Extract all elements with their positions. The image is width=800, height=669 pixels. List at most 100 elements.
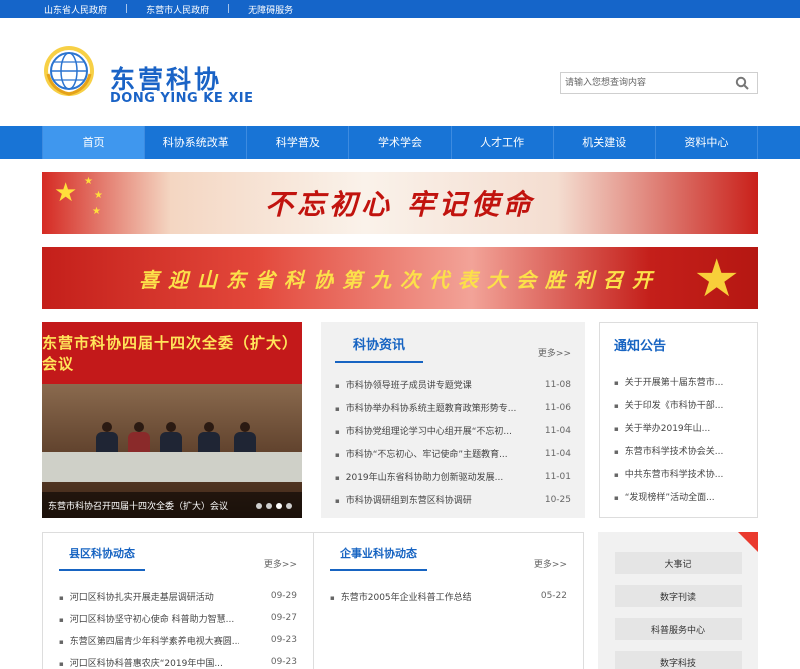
banner-congress-text: 喜迎山东省科协第九次代表大会胜利召开 [139,267,661,292]
slider-dot[interactable] [256,503,262,509]
news-item-title[interactable]: 市科协调研组到东营区科协调研 [335,493,472,506]
enterprise-panel: 企事业科协动态 更多>> 东营市2005年企业科普工作总结 05-22 [313,533,583,669]
news-item-title[interactable]: 市科协举办科协系统主题教育政策形势专... [335,401,517,414]
news-item-title[interactable]: 市科协领导班子成员讲专题党课 [335,378,472,391]
logo-emblem-icon[interactable] [42,44,96,98]
county-more-link[interactable]: 更多>> [264,557,297,570]
county-item-date: 09-27 [270,613,297,623]
news-title[interactable]: 科协资讯 [335,322,424,363]
banner-slogan-text: 不忘初心 牢记使命 [265,188,535,221]
news-item-title[interactable]: 市科协“不忘初心、牢记使命”主题教育... [335,447,508,460]
side-link-digital-tech[interactable]: 数字科技 [614,651,742,669]
header: 东营科协 DONG YING KE XIE [42,18,758,126]
county-panel: 县区科协动态 更多>> 河口区科协扎实开展走基层调研活动 09-29 河口区科协坚… [43,533,313,669]
county-item[interactable]: 河口区科协坚守初心使命 科普助力智慧... 09-27 [59,607,297,629]
person-figure [198,422,220,452]
county-item-title[interactable]: 东营区第四届青少年科学素养电视大赛圆... [59,634,239,647]
news-slider[interactable]: 东营市科协四届十四次全委（扩大）会议 东营市科协召开四届十四次全委（扩大）会议 [42,322,302,518]
news-item[interactable]: 市科协党组理论学习中心组开展“不忘初... 11-04 [335,419,571,442]
notice-panel: 通知公告 关于开展第十届东营市... 关于印发《市科协干部... 关于举办201… [599,322,758,518]
search-input[interactable] [561,73,731,93]
side-link-science-service[interactable]: 科普服务中心 [614,618,742,640]
notice-title[interactable]: 通知公告 [614,323,666,362]
news-item-date: 11-06 [544,402,571,413]
nav-science-popularization[interactable]: 科学普及 [246,126,348,159]
site-name-english: DONG YING KE XIE [110,91,254,106]
notice-item[interactable]: 关于举办2019年山... [614,416,743,439]
notice-item-title[interactable]: 中共东营市科学技术协... [614,467,724,480]
slider-dot[interactable] [286,503,292,509]
notice-item[interactable]: 东营市科学技术协会关... [614,439,743,462]
county-item[interactable]: 东营区第四届青少年科学素养电视大赛圆... 09-23 [59,629,297,651]
side-link-events[interactable]: 大事记 [614,552,742,574]
notice-item[interactable]: 中共东营市科学技术协... [614,462,743,485]
news-item-date: 11-04 [544,448,571,459]
news-item[interactable]: 市科协举办科协系统主题教育政策形势专... 11-06 [335,396,571,419]
news-item[interactable]: 市科协调研组到东营区科协调研 10-25 [335,488,571,511]
enterprise-title[interactable]: 企事业科协动态 [330,533,427,571]
news-item[interactable]: 2019年山东省科协助力创新驱动发展... 11-01 [335,465,571,488]
enterprise-item-title[interactable]: 东营市2005年企业科普工作总结 [330,590,472,603]
news-panel: 科协资讯 更多>> 市科协领导班子成员讲专题党课 11-08 市科协举办科协系统主… [321,322,585,518]
county-item[interactable]: 河口区科协扎实开展走基层调研活动 09-29 [59,585,297,607]
separator: | [227,4,231,14]
top-bar: 山东省人民政府 | 东营市人民政府 | 无障碍服务 [0,0,800,18]
notice-list: 关于开展第十届东营市... 关于印发《市科协干部... 关于举办2019年山..… [614,370,743,508]
nav-reform[interactable]: 科协系统改革 [144,126,246,159]
person-figure [128,422,150,452]
enterprise-item-date: 05-22 [540,591,567,601]
notice-item[interactable]: 关于印发《市科协干部... [614,393,743,416]
news-item-title[interactable]: 2019年山东省科协助力创新驱动发展... [335,470,504,483]
separator: | [125,4,129,14]
dynamics-panel: 县区科协动态 更多>> 河口区科协扎实开展走基层调研活动 09-29 河口区科协坚… [42,532,584,669]
news-more-link[interactable]: 更多>> [538,346,571,359]
person-figure [96,422,118,452]
nav-home[interactable]: 首页 [42,126,145,159]
slider-photo-title: 东营市科协四届十四次全委（扩大）会议 [42,322,302,384]
county-item-date: 09-23 [270,657,297,667]
nav-organization[interactable]: 机关建设 [552,126,655,159]
notice-item-title[interactable]: “发现榜样”活动全面... [614,490,715,503]
county-title[interactable]: 县区科协动态 [59,533,145,571]
news-item-date: 11-01 [544,471,571,482]
enterprise-more-link[interactable]: 更多>> [534,557,567,570]
nav-resources[interactable]: 资料中心 [654,126,758,159]
banner-slogan[interactable]: ★ ★ ★ ★ 不忘初心 牢记使命 [42,172,758,234]
enterprise-item[interactable]: 东营市2005年企业科普工作总结 05-22 [330,585,567,607]
county-list: 河口区科协扎实开展走基层调研活动 09-29 河口区科协坚守初心使命 科普助力智慧… [59,585,297,669]
enterprise-list: 东营市2005年企业科普工作总结 05-22 [330,585,567,607]
slider-dots [256,503,292,509]
news-item-date: 11-08 [544,379,571,390]
news-item[interactable]: 市科协领导班子成员讲专题党课 11-08 [335,373,571,396]
county-item[interactable]: 河口区科协科普惠农庆“2019年中国... 09-23 [59,651,297,669]
county-item-title[interactable]: 河口区科协科普惠农庆“2019年中国... [59,656,223,669]
notice-item-title[interactable]: 关于举办2019年山... [614,421,711,434]
notice-item-title[interactable]: 关于印发《市科协干部... [614,398,724,411]
search-icon[interactable] [731,73,753,93]
link-shandong-gov[interactable]: 山东省人民政府 [42,3,109,16]
slider-dot-active[interactable] [276,503,282,509]
corner-ribbon-icon [738,532,758,552]
county-item-title[interactable]: 河口区科协扎实开展走基层调研活动 [59,590,214,603]
news-item-date: 10-25 [544,494,571,505]
notice-item-title[interactable]: 关于开展第十届东营市... [614,375,724,388]
news-item-title[interactable]: 市科协党组理论学习中心组开展“不忘初... [335,424,512,437]
news-list: 市科协领导班子成员讲专题党课 11-08 市科协举办科协系统主题教育政策形势专..… [335,373,571,511]
notice-item[interactable]: “发现榜样”活动全面... [614,485,743,508]
notice-item[interactable]: 关于开展第十届东营市... [614,370,743,393]
main-nav: 首页 科协系统改革 科学普及 学术学会 人才工作 机关建设 资料中心 [0,126,800,159]
news-item[interactable]: 市科协“不忘初心、牢记使命”主题教育... 11-04 [335,442,571,465]
county-item-title[interactable]: 河口区科协坚守初心使命 科普助力智慧... [59,612,234,625]
side-links: 大事记 数字刊读 科普服务中心 数字科技 [598,532,758,669]
link-dongying-gov[interactable]: 东营市人民政府 [144,3,211,16]
nav-academic[interactable]: 学术学会 [348,126,450,159]
notice-item-title[interactable]: 东营市科学技术协会关... [614,444,724,457]
person-figure [160,422,182,452]
meeting-table [42,452,302,482]
county-item-date: 09-23 [270,635,297,645]
nav-talent[interactable]: 人才工作 [450,126,553,159]
side-link-digital-journal[interactable]: 数字刊读 [614,585,742,607]
link-accessibility[interactable]: 无障碍服务 [246,3,295,16]
banner-congress[interactable]: ★ 喜迎山东省科协第九次代表大会胜利召开 [42,247,758,309]
slider-dot[interactable] [266,503,272,509]
